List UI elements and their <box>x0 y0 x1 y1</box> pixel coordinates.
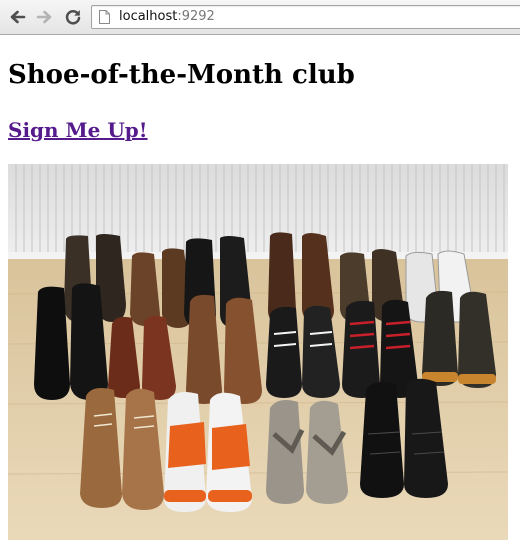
sign-up-link[interactable]: Sign Me Up! <box>8 117 148 143</box>
page-title: Shoe-of-the-Month club <box>8 60 355 90</box>
reload-button[interactable] <box>63 7 83 27</box>
address-bar[interactable]: localhost:9292 <box>91 5 520 29</box>
back-button[interactable] <box>7 7 27 27</box>
url-text: localhost:9292 <box>119 9 215 25</box>
url-port: :9292 <box>177 9 215 24</box>
back-arrow-icon <box>10 10 26 24</box>
page-icon <box>99 10 110 24</box>
browser-toolbar: localhost:9292 <box>0 0 520 35</box>
forward-button[interactable] <box>35 7 55 27</box>
url-host: localhost <box>119 9 178 24</box>
forward-arrow-icon <box>36 10 52 24</box>
shoes-photo <box>8 164 508 540</box>
reload-icon <box>65 10 81 25</box>
